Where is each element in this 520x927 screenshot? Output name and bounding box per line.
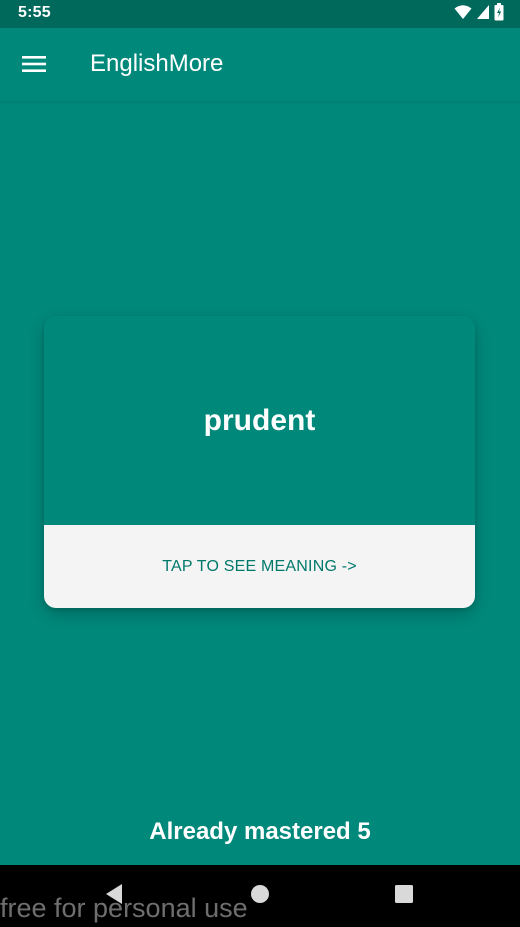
mastered-count: Already mastered 5	[149, 818, 371, 845]
recents-button[interactable]	[389, 881, 419, 911]
hamburger-menu-icon	[22, 54, 46, 79]
status-bar: 5:55	[0, 0, 520, 28]
back-icon	[104, 883, 124, 910]
back-button[interactable]	[99, 881, 129, 911]
app-bar: EnglishMore	[0, 28, 520, 102]
home-icon	[250, 884, 270, 909]
status-icons	[454, 2, 504, 26]
recents-icon	[394, 884, 414, 909]
battery-icon	[494, 2, 504, 26]
flash-card[interactable]: prudent TAP TO SEE MEANING ->	[44, 316, 475, 608]
menu-button[interactable]	[14, 46, 54, 86]
navigation-bar	[0, 865, 520, 927]
signal-icon	[476, 4, 490, 25]
see-meaning-button[interactable]: TAP TO SEE MEANING ->	[44, 525, 475, 608]
card-word: prudent	[203, 403, 316, 437]
app-title: EnglishMore	[90, 50, 224, 77]
see-meaning-label: TAP TO SEE MEANING ->	[162, 557, 357, 575]
status-time: 5:55	[18, 4, 51, 21]
wifi-icon	[454, 4, 472, 25]
home-button[interactable]	[245, 881, 275, 911]
card-front[interactable]: prudent	[44, 316, 475, 525]
